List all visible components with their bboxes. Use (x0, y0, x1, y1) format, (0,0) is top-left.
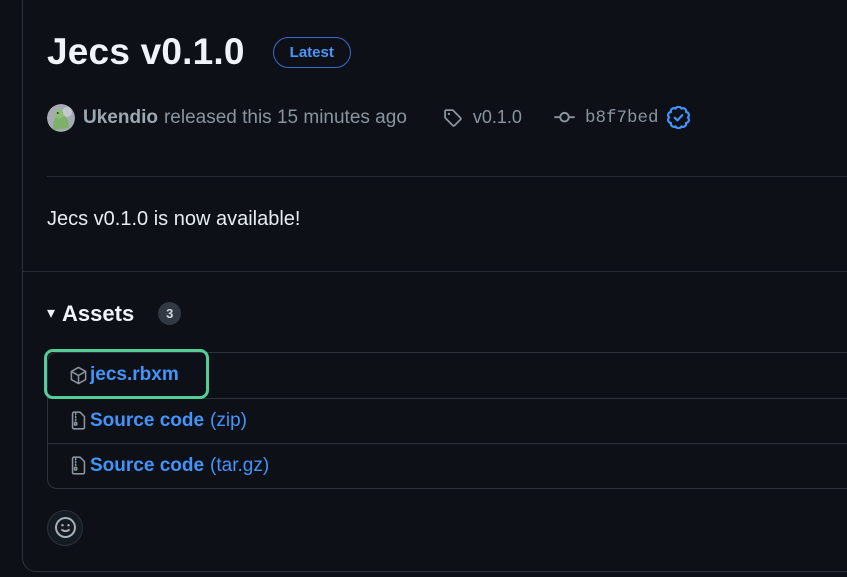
assets-divider (23, 271, 847, 272)
asset-link-suffix[interactable]: (tar.gz) (210, 455, 269, 477)
released-text: released this 15 minutes ago (164, 107, 407, 129)
add-reaction-button[interactable] (47, 510, 83, 546)
avatar-image (47, 104, 75, 132)
asset-row-source-targz: Source code (tar.gz) (48, 443, 847, 488)
file-zip-icon (69, 456, 88, 475)
latest-badge[interactable]: Latest (273, 37, 351, 68)
tag-icon (443, 108, 462, 127)
smiley-icon (55, 517, 76, 538)
verified-badge-icon[interactable] (667, 106, 690, 129)
assets-count-badge: 3 (158, 302, 181, 325)
commit-icon (554, 107, 575, 128)
release-byline: Ukendio released this 15 minutes ago v0.… (47, 104, 847, 132)
assets-table: jecs.rbxm Source code (zip) (47, 352, 847, 489)
assets-heading[interactable]: Assets (62, 301, 134, 327)
release-card: Jecs v0.1.0 Latest Ukendio released this… (22, 0, 847, 572)
asset-row-source-zip: Source code (zip) (48, 398, 847, 443)
header-divider (47, 176, 847, 177)
asset-link[interactable]: jecs.rbxm (90, 364, 179, 386)
caret-down-icon[interactable]: ▾ (47, 306, 55, 322)
asset-row-jecs-rbxm: jecs.rbxm (48, 353, 847, 398)
commit-sha-link[interactable]: b8f7bed (585, 108, 659, 128)
avatar[interactable] (47, 104, 75, 132)
file-zip-icon (69, 411, 88, 430)
asset-link[interactable]: Source code (90, 455, 204, 477)
asset-link-suffix[interactable]: (zip) (210, 410, 247, 432)
release-body: Jecs v0.1.0 is now available! (47, 208, 847, 231)
release-commit: b8f7bed (554, 106, 691, 129)
package-icon (69, 366, 88, 385)
assets-header: ▾ Assets 3 (47, 301, 847, 327)
tag-label: v0.1.0 (473, 107, 522, 128)
release-tag: v0.1.0 (443, 107, 522, 128)
asset-link[interactable]: Source code (90, 410, 204, 432)
release-author-link[interactable]: Ukendio (83, 107, 158, 129)
page-title: Jecs v0.1.0 (47, 31, 245, 74)
release-header: Jecs v0.1.0 Latest (47, 31, 847, 74)
